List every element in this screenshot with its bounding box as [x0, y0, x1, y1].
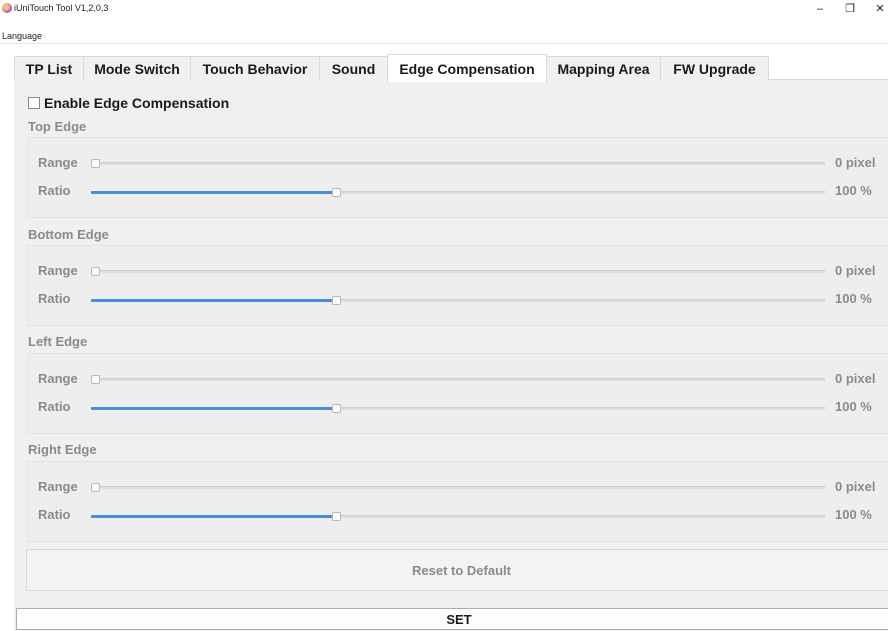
- top-edge-ratio-fill: [91, 191, 335, 194]
- top-edge-range-value: 0 pixel: [835, 155, 876, 170]
- left-edge-title: Left Edge: [28, 334, 88, 349]
- reset-to-default-button[interactable]: Reset to Default: [26, 549, 888, 591]
- tab-touch-behavior[interactable]: Touch Behavior: [190, 56, 320, 81]
- tab-mapping-area[interactable]: Mapping Area: [546, 56, 661, 81]
- top-edge-range-track[interactable]: [91, 162, 825, 165]
- left-edge-range-label: Range: [38, 371, 78, 386]
- maximize-button[interactable]: ❐: [838, 2, 862, 16]
- left-edge-range-thumb[interactable]: [91, 375, 100, 384]
- right-edge-range-thumb[interactable]: [91, 483, 100, 492]
- bottom-edge-range-track[interactable]: [91, 270, 825, 273]
- window-title: iUniTouch Tool V1,2,0,3: [14, 3, 109, 13]
- edge-compensation-panel: Enable Edge Compensation Top Edge Range …: [14, 80, 888, 631]
- right-edge-ratio-value: 100 %: [835, 507, 872, 522]
- menu-language[interactable]: Language: [2, 31, 42, 41]
- bottom-edge-group: Range 0 pixel Ratio 100 %: [27, 245, 888, 326]
- top-edge-ratio-thumb[interactable]: [332, 188, 342, 197]
- top-edge-ratio-value: 100 %: [835, 183, 872, 198]
- left-edge-group: Range 0 pixel Ratio 100 %: [27, 353, 888, 434]
- right-edge-ratio-label: Ratio: [38, 507, 71, 522]
- bottom-edge-ratio-value: 100 %: [835, 291, 872, 306]
- top-edge-title: Top Edge: [28, 119, 87, 134]
- top-edge-group: Range 0 pixel Ratio 100 %: [27, 137, 888, 218]
- enable-edge-compensation-checkbox[interactable]: [28, 97, 40, 109]
- right-edge-range-label: Range: [38, 479, 78, 494]
- minimize-button[interactable]: –: [808, 2, 832, 16]
- menu-bar: Language: [0, 17, 888, 44]
- right-edge-group: Range 0 pixel Ratio 100 %: [27, 461, 888, 542]
- top-edge-range-label: Range: [38, 155, 78, 170]
- right-edge-ratio-thumb[interactable]: [332, 512, 342, 521]
- bottom-edge-range-label: Range: [38, 263, 78, 278]
- right-edge-range-track[interactable]: [91, 486, 825, 489]
- left-edge-ratio-thumb[interactable]: [332, 404, 342, 413]
- left-edge-range-track[interactable]: [91, 378, 825, 381]
- tab-tp-list[interactable]: TP List: [14, 56, 84, 81]
- close-button[interactable]: ✕: [868, 2, 888, 16]
- enable-edge-compensation-label: Enable Edge Compensation: [44, 95, 230, 111]
- tab-strip: TP List Mode Switch Touch Behavior Sound…: [14, 54, 769, 82]
- left-edge-ratio-fill: [91, 407, 335, 410]
- left-edge-ratio-label: Ratio: [38, 399, 71, 414]
- left-edge-ratio-value: 100 %: [835, 399, 872, 414]
- top-edge-range-thumb[interactable]: [91, 159, 100, 168]
- title-bar: iUniTouch Tool V1,2,0,3 – ❐ ✕: [0, 0, 888, 18]
- bottom-edge-ratio-label: Ratio: [38, 291, 71, 306]
- tab-sound[interactable]: Sound: [319, 56, 388, 81]
- left-edge-range-value: 0 pixel: [835, 371, 876, 386]
- app-logo-icon: [2, 3, 12, 13]
- right-edge-range-value: 0 pixel: [835, 479, 876, 494]
- right-edge-title: Right Edge: [28, 442, 97, 457]
- set-button[interactable]: SET: [16, 608, 888, 630]
- bottom-edge-title: Bottom Edge: [28, 227, 109, 242]
- tab-edge-compensation[interactable]: Edge Compensation: [387, 54, 547, 82]
- tab-mode-switch[interactable]: Mode Switch: [83, 56, 191, 81]
- bottom-edge-range-thumb[interactable]: [91, 267, 100, 276]
- right-edge-ratio-fill: [91, 515, 335, 518]
- enable-edge-compensation-row[interactable]: Enable Edge Compensation: [28, 95, 229, 111]
- bottom-edge-ratio-fill: [91, 299, 335, 302]
- tab-fw-upgrade[interactable]: FW Upgrade: [660, 56, 769, 81]
- top-edge-ratio-label: Ratio: [38, 183, 71, 198]
- bottom-edge-ratio-thumb[interactable]: [332, 296, 342, 305]
- bottom-edge-range-value: 0 pixel: [835, 263, 876, 278]
